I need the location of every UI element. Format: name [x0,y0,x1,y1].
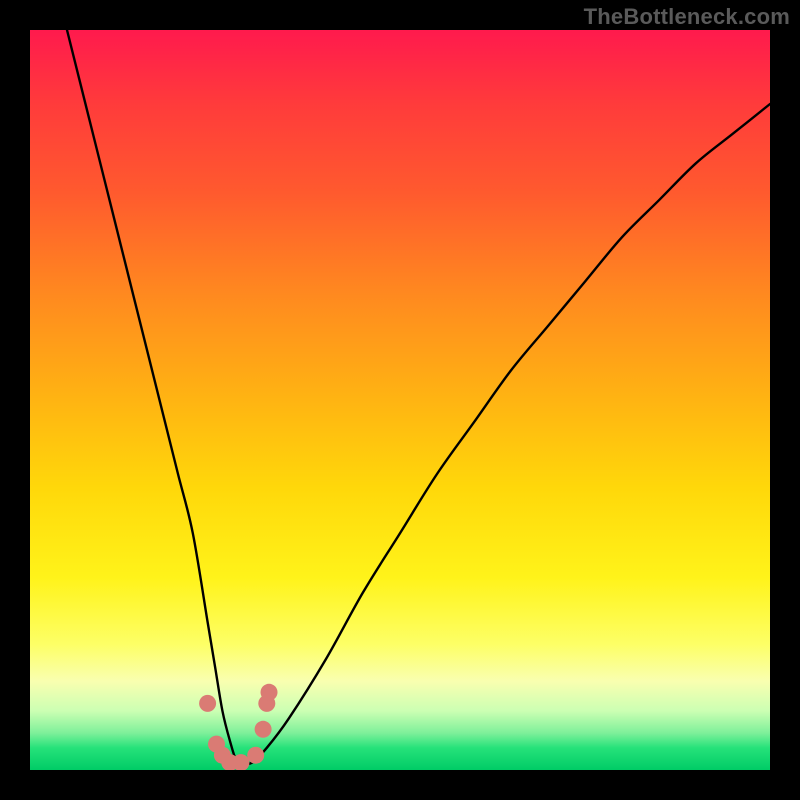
data-marker [255,721,272,738]
data-marker [199,695,216,712]
bottleneck-curve [67,30,770,764]
data-marker [247,747,264,764]
data-marker [261,684,278,701]
plot-area [30,30,770,770]
watermark-label: TheBottleneck.com [584,4,790,30]
data-markers [199,684,277,770]
chart-svg [30,30,770,770]
chart-frame: TheBottleneck.com [0,0,800,800]
